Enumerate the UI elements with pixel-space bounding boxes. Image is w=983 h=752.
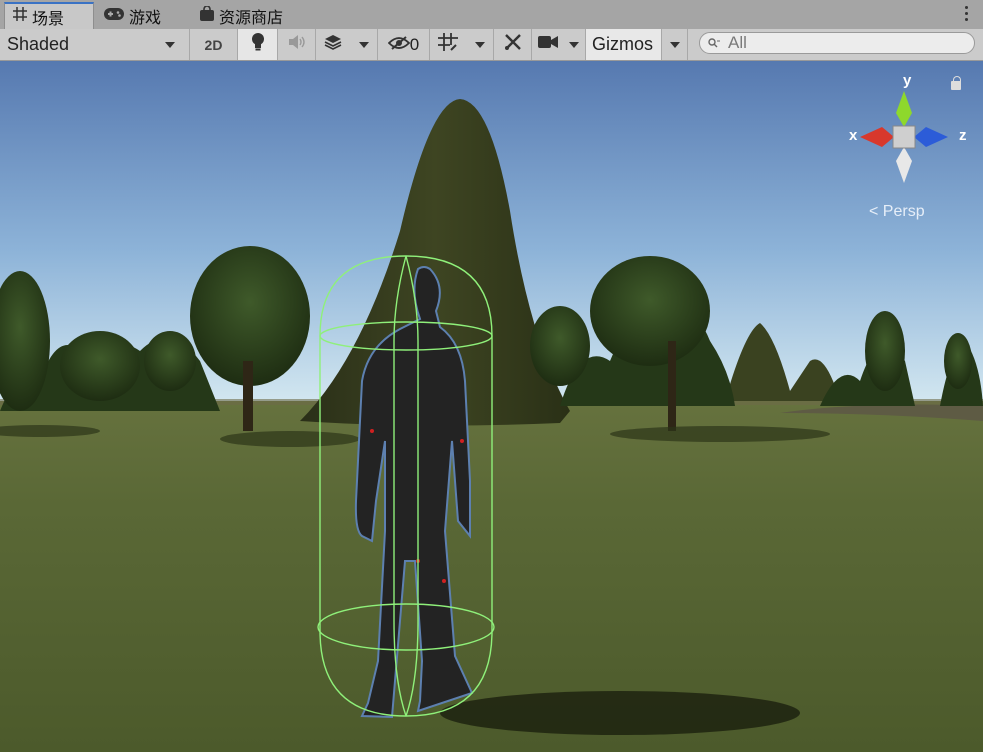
toggle-2d-button[interactable]: 2D [190, 29, 238, 60]
more-options-icon[interactable] [965, 6, 969, 24]
light-bulb-icon [251, 33, 265, 56]
axis-x-label[interactable]: x [849, 127, 857, 144]
eye-slash-icon [387, 35, 411, 55]
chevron-left-icon: < [869, 203, 879, 220]
camera-dropdown[interactable] [532, 29, 586, 60]
chevron-down-icon [474, 41, 485, 48]
speaker-icon [288, 35, 306, 54]
toggle-2d-label: 2D [204, 36, 223, 53]
grid-dropdown[interactable] [430, 29, 494, 60]
effects-dropdown[interactable] [316, 29, 378, 60]
game-controller-icon [104, 7, 124, 25]
tools-toggle[interactable] [494, 29, 532, 60]
lock-icon[interactable] [951, 76, 961, 90]
gizmos-dropdown[interactable] [662, 29, 688, 60]
tools-icon [504, 33, 522, 56]
search-placeholder: All [728, 33, 747, 52]
draw-mode-dropdown[interactable]: Shaded [0, 29, 190, 60]
tab-game[interactable]: 游戏 [104, 2, 184, 29]
projection-label: Persp [882, 203, 925, 220]
axis-z-label[interactable]: z [959, 127, 967, 144]
tab-game-label: 游戏 [129, 9, 162, 27]
tab-asset-store[interactable]: 资源商店 [200, 2, 310, 29]
hidden-objects-toggle[interactable]: 0 [378, 29, 430, 60]
gizmos-label: Gizmos [592, 34, 654, 54]
layers-icon [324, 34, 342, 55]
scene-grid-icon [13, 7, 27, 26]
hidden-count: 0 [409, 34, 420, 54]
chevron-down-icon [669, 41, 680, 48]
lighting-toggle[interactable] [238, 29, 278, 60]
scene-render [0, 61, 983, 752]
draw-mode-label: Shaded [7, 34, 70, 54]
audio-toggle[interactable] [278, 29, 316, 60]
tab-asset-store-label: 资源商店 [219, 9, 284, 27]
chevron-down-icon [569, 41, 580, 48]
tab-scene[interactable]: 场景 [4, 2, 94, 29]
scene-viewport[interactable]: y x z < Persp [0, 61, 983, 752]
hierarchy-search-input[interactable]: All [699, 32, 975, 54]
axis-y-label[interactable]: y [903, 72, 911, 89]
projection-toggle[interactable]: < Persp [869, 203, 925, 221]
chevron-down-icon [165, 42, 175, 48]
camera-icon [537, 35, 558, 54]
gizmos-toggle[interactable]: Gizmos [586, 29, 662, 60]
grid-snap-icon [438, 33, 459, 56]
asset-store-bag-icon [200, 4, 214, 26]
tab-scene-label: 场景 [32, 10, 65, 28]
search-icon [708, 33, 720, 53]
chevron-down-icon [358, 41, 369, 48]
tab-bar: 场景 游戏 资源商店 [0, 0, 983, 30]
